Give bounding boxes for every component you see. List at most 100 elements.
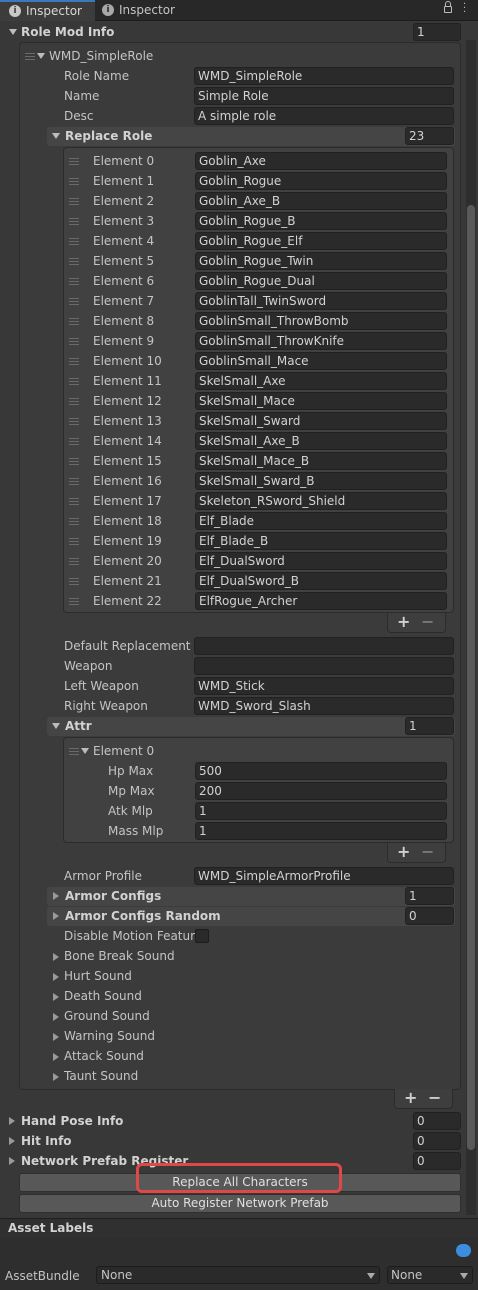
element-field[interactable]: GoblinSmall_Mace [195,352,447,370]
menu-kebab-icon[interactable]: · · · [463,0,466,18]
drag-handle-icon[interactable] [69,518,79,525]
chevron-right-icon[interactable] [53,953,59,961]
element-field[interactable]: GoblinSmall_ThrowKnife [195,332,447,350]
drag-handle-icon[interactable] [69,598,79,605]
hit-info-label[interactable]: Hit Info [21,1133,72,1149]
left-weapon-field[interactable]: WMD_Stick [194,677,454,695]
right-weapon-field[interactable]: WMD_Sword_Slash [194,697,454,715]
chevron-down-icon[interactable] [52,723,60,729]
element-field[interactable]: Goblin_Axe_B [195,192,447,210]
attr-label[interactable]: Attr [65,718,92,734]
drag-handle-icon[interactable] [69,298,79,305]
sound-foldout-label[interactable]: Warning Sound [64,1028,155,1044]
drag-handle-icon[interactable] [69,398,79,405]
element-field[interactable]: ElfRogue_Archer [195,592,447,610]
role-mod-info-label[interactable]: Role Mod Info [21,24,114,40]
role-name-field[interactable]: WMD_SimpleRole [194,67,454,85]
remove-role-button[interactable]: − [428,1089,441,1107]
hp-max-field[interactable]: 500 [195,762,447,780]
role-item-header[interactable]: WMD_SimpleRole [49,48,153,64]
drag-handle-icon[interactable] [69,458,79,465]
hand-pose-info-label[interactable]: Hand Pose Info [21,1113,123,1129]
drag-handle-icon[interactable] [69,558,79,565]
element-field[interactable]: Skeleton_RSword_Shield [195,492,447,510]
scrollbar-thumb[interactable] [467,205,475,1150]
desc-field[interactable]: A simple role [194,107,454,125]
drag-handle-icon[interactable] [69,338,79,345]
label-tag-icon[interactable] [456,1244,471,1257]
drag-handle-icon[interactable] [69,198,79,205]
chevron-right-icon[interactable] [9,1137,15,1145]
remove-attr-button[interactable]: − [421,843,434,861]
element-field[interactable]: Goblin_Rogue_B [195,212,447,230]
tab-inspector-active[interactable]: i Inspector [0,0,95,21]
hand-pose-info-count[interactable]: 0 [413,1112,461,1130]
element-field[interactable]: SkelSmall_Sward_B [195,472,447,490]
chevron-down-icon[interactable] [81,748,89,754]
chevron-right-icon[interactable] [53,1013,59,1021]
mp-max-field[interactable]: 200 [195,782,447,800]
element-field[interactable]: SkelSmall_Mace_B [195,452,447,470]
element-field[interactable]: Goblin_Rogue_Elf [195,232,447,250]
element-field[interactable]: Elf_Blade [195,512,447,530]
armor-configs-random-count[interactable]: 0 [405,907,454,925]
element-field[interactable]: Goblin_Rogue [195,172,447,190]
sound-foldout-label[interactable]: Bone Break Sound [64,948,175,964]
element-field[interactable]: Elf_Blade_B [195,532,447,550]
armor-profile-field[interactable]: WMD_SimpleArmorProfile [194,867,454,885]
chevron-right-icon[interactable] [53,973,59,981]
atk-mlp-field[interactable]: 1 [195,802,447,820]
sound-foldout-label[interactable]: Hurt Sound [64,968,132,984]
name-field[interactable]: Simple Role [194,87,454,105]
chevron-right-icon[interactable] [53,892,59,900]
armor-configs-label[interactable]: Armor Configs [65,888,161,904]
element-field[interactable]: Goblin_Rogue_Dual [195,272,447,290]
drag-handle-icon[interactable] [69,418,79,425]
add-attr-button[interactable]: + [397,843,410,861]
drag-handle-icon[interactable] [69,438,79,445]
armor-configs-count[interactable]: 1 [405,887,454,905]
drag-handle-icon[interactable] [69,378,79,385]
role-mod-info-count[interactable]: 1 [413,23,461,41]
weapon-field[interactable] [194,657,454,675]
auto-register-network-prefab-button[interactable]: Auto Register Network Prefab [19,1194,461,1213]
element-field[interactable]: SkelSmall_Axe [195,372,447,390]
element-field[interactable]: SkelSmall_Axe_B [195,432,447,450]
element-field[interactable]: Elf_DualSword [195,552,447,570]
drag-handle-icon[interactable] [25,53,35,60]
drag-handle-icon[interactable] [69,218,79,225]
attr-element-label[interactable]: Element 0 [93,743,154,759]
element-field[interactable]: SkelSmall_Sward [195,412,447,430]
element-field[interactable]: Goblin_Axe [195,152,447,170]
sound-foldout-label[interactable]: Death Sound [64,988,142,1004]
tab-inspector[interactable]: i Inspector [96,0,186,21]
asset-bundle-select[interactable]: None [96,1266,380,1284]
drag-handle-icon[interactable] [69,748,79,755]
chevron-right-icon[interactable] [53,1033,59,1041]
drag-handle-icon[interactable] [69,158,79,165]
attr-count[interactable]: 1 [405,717,454,735]
element-field[interactable]: Goblin_Rogue_Twin [195,252,447,270]
hit-info-count[interactable]: 0 [413,1132,461,1150]
default-replacement-field[interactable] [194,637,454,655]
lock-icon[interactable] [444,6,452,13]
replace-role-label[interactable]: Replace Role [65,128,152,144]
armor-configs-random-label[interactable]: Armor Configs Random [65,908,221,924]
sound-foldout-label[interactable]: Taunt Sound [64,1068,138,1084]
drag-handle-icon[interactable] [69,238,79,245]
drag-handle-icon[interactable] [69,358,79,365]
drag-handle-icon[interactable] [69,578,79,585]
drag-handle-icon[interactable] [69,478,79,485]
disable-motion-checkbox[interactable] [195,929,209,943]
chevron-right-icon[interactable] [9,1117,15,1125]
mass-mlp-field[interactable]: 1 [195,822,447,840]
drag-handle-icon[interactable] [69,258,79,265]
chevron-right-icon[interactable] [53,993,59,1001]
add-element-button[interactable]: + [397,613,410,631]
add-role-button[interactable]: + [404,1089,417,1107]
drag-handle-icon[interactable] [69,278,79,285]
drag-handle-icon[interactable] [69,318,79,325]
element-field[interactable]: Elf_DualSword_B [195,572,447,590]
element-field[interactable]: GoblinSmall_ThrowBomb [195,312,447,330]
chevron-down-icon[interactable] [9,29,17,35]
